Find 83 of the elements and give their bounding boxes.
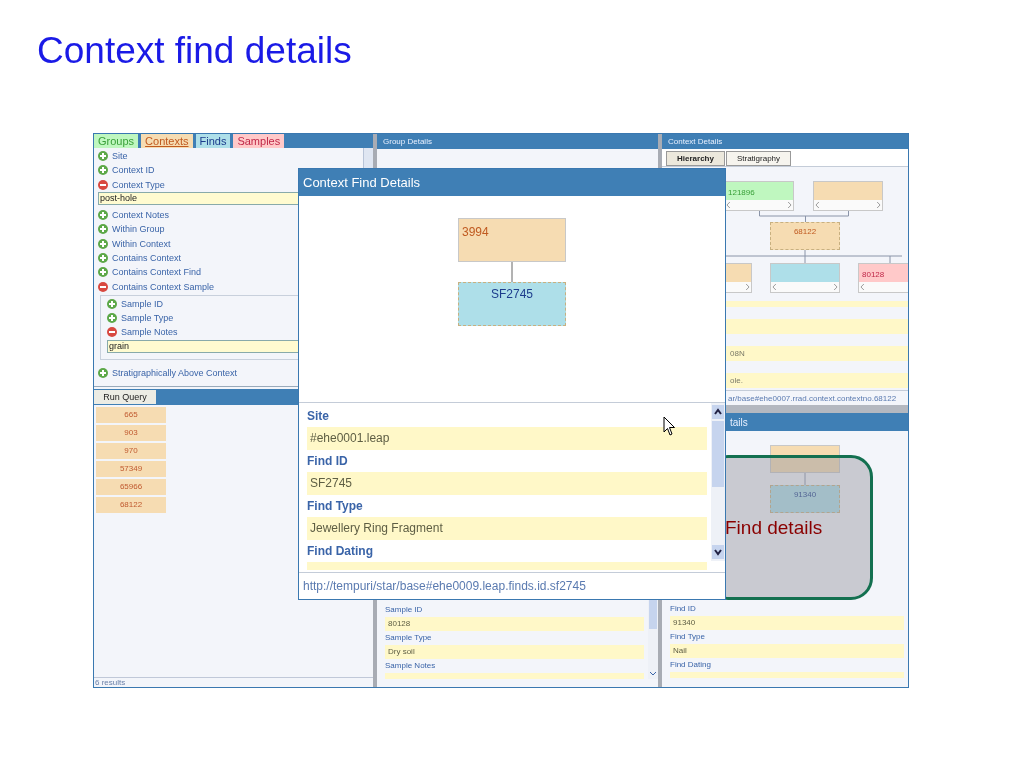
node-scrollbar-drawing[interactable] — [771, 282, 839, 292]
plus-icon[interactable] — [98, 165, 108, 176]
field-value: Nail — [670, 644, 904, 658]
vertical-scrollbar[interactable] — [711, 403, 725, 561]
callout-text: Find details — [725, 516, 823, 539]
view-tab[interactable]: Stratigraphy — [725, 151, 792, 166]
node-label: 80128 — [861, 269, 886, 279]
result-count: 6 results — [94, 677, 373, 687]
field-value: SF2745 — [307, 472, 707, 495]
slide-title: Context find details — [36, 29, 353, 73]
field-value: Jewellery Ring Fragment — [307, 517, 707, 540]
dialog-title: Context Find Details — [299, 169, 725, 196]
result-item[interactable]: 970 — [96, 443, 166, 459]
field-label: Find Type — [670, 631, 705, 643]
panel-header: Context Details — [662, 134, 908, 149]
minus-icon[interactable] — [98, 281, 108, 292]
node-label: SF2745 — [490, 285, 534, 301]
node-label: 91340 — [792, 489, 818, 499]
plus-icon[interactable] — [98, 210, 108, 221]
plus-icon[interactable] — [98, 238, 108, 249]
criterion-label[interactable]: Sample Type — [121, 313, 174, 324]
criterion-label[interactable]: Stratigraphically Above Context — [112, 367, 238, 378]
field-label: Site — [307, 408, 329, 425]
plus-icon[interactable] — [107, 298, 117, 309]
minus-icon[interactable] — [107, 327, 117, 338]
node-scrollbar-drawing[interactable] — [859, 282, 908, 292]
criterion-label[interactable]: Contains Context Find — [112, 267, 202, 278]
field-value: 91340 — [670, 616, 904, 630]
field-label: Sample ID — [385, 604, 423, 616]
criterion-label[interactable]: Sample ID — [121, 298, 164, 309]
criterion-label[interactable]: Site — [112, 151, 128, 162]
node-label: 3994 — [461, 223, 490, 239]
run-query-button[interactable]: Run Query — [94, 390, 156, 404]
field-label: Find Dating — [307, 543, 373, 560]
uri-text: http://tempuri/star/base#ehe0009.leap.finds.id.sf2745 — [299, 572, 725, 599]
criterion-label[interactable]: Within Context — [112, 238, 171, 249]
criterion-label[interactable]: Context Type — [112, 179, 165, 190]
query-tab[interactable]: Contexts — [141, 134, 193, 148]
hierarchy-node[interactable] — [770, 263, 840, 293]
plus-icon[interactable] — [98, 224, 108, 235]
hierarchy-node[interactable]: 91340 — [770, 485, 840, 513]
hierarchy-node[interactable] — [770, 445, 840, 473]
hierarchy-node[interactable] — [813, 181, 883, 211]
field-label: Find Dating — [670, 659, 711, 671]
query-tab[interactable]: Finds — [195, 134, 231, 148]
hierarchy-node[interactable]: 80128 — [858, 263, 908, 293]
criterion-label[interactable]: Sample Notes — [121, 327, 178, 338]
field-label: Sample Notes — [385, 660, 436, 672]
criterion-label[interactable]: Contains Context — [112, 252, 182, 263]
result-item[interactable]: 903 — [96, 425, 166, 441]
criterion-label[interactable]: Context Notes — [112, 210, 170, 221]
hierarchy-node[interactable]: 3994 — [458, 217, 566, 262]
node-scrollbar-drawing[interactable] — [725, 200, 793, 210]
field-value: Dry soil — [385, 645, 644, 659]
result-item[interactable]: 57349 — [96, 461, 166, 477]
field-label: Sample Type — [385, 632, 432, 644]
node-scrollbar-drawing[interactable] — [814, 200, 882, 210]
result-item[interactable]: 68122 — [96, 497, 166, 513]
field-label: Find ID — [670, 603, 696, 615]
result-item[interactable]: 65966 — [96, 479, 166, 495]
node-label: 68122 — [792, 226, 818, 236]
minus-icon[interactable] — [98, 179, 108, 190]
plus-icon[interactable] — [98, 267, 108, 278]
field-value: #ehe0001.leap — [307, 427, 707, 450]
hierarchy-node[interactable]: 68122 — [770, 222, 840, 250]
criterion-label[interactable]: Contains Context Sample — [112, 281, 215, 292]
field-label: Find Type — [307, 498, 363, 515]
field-value: 80128 — [385, 617, 644, 631]
criterion-label[interactable]: Context ID — [112, 165, 155, 176]
hierarchy-node[interactable]: SF2745 — [458, 281, 566, 326]
result-item[interactable]: 665 — [96, 407, 166, 423]
cursor-icon — [663, 416, 676, 437]
node-label: 121896 — [727, 187, 756, 197]
view-tab[interactable]: Hierarchy — [666, 151, 725, 166]
plus-icon[interactable] — [98, 367, 108, 378]
query-tab[interactable]: Samples — [233, 134, 285, 148]
criterion-label[interactable]: Within Group — [112, 224, 165, 235]
plus-icon[interactable] — [98, 252, 108, 263]
field-label: Find ID — [307, 453, 348, 470]
plus-icon[interactable] — [107, 313, 117, 324]
connector-line — [511, 261, 513, 282]
panel-header: Group Details — [377, 134, 658, 149]
plus-icon[interactable] — [98, 151, 108, 162]
